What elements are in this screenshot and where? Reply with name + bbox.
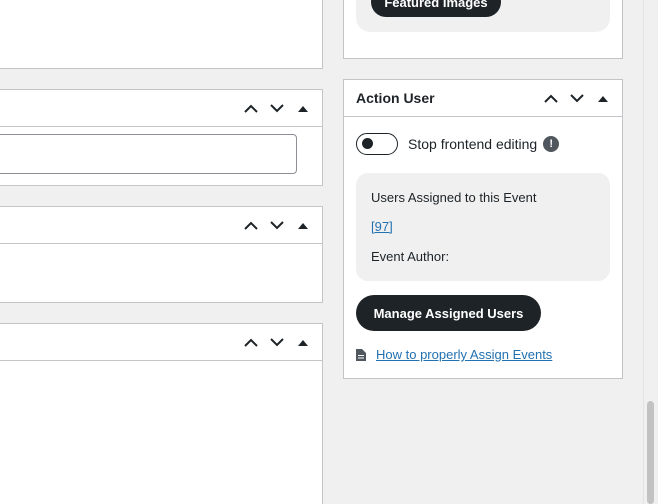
postbox-bottom-left [0,323,323,504]
text-input[interactable] [0,134,297,174]
chevron-up-icon [244,338,258,347]
chevron-down-icon [270,221,284,230]
stop-frontend-editing-toggle[interactable] [356,133,398,155]
assigned-users-panel: Users Assigned to this Event [97] Event … [356,173,610,281]
document-icon [356,348,366,361]
postbox-header [0,90,322,127]
chevron-up-icon [544,94,558,103]
chevron-down-icon [270,338,284,347]
handle-actions [238,207,316,244]
move-up-button[interactable] [538,80,564,117]
event-author-label: Event Author: [371,249,450,264]
chevron-up-icon [244,221,258,230]
postbox-top-left [0,0,323,69]
postbox-header [0,207,322,244]
toggle-panel-button[interactable] [590,80,616,117]
info-icon[interactable]: ! [543,136,560,152]
postbox-text-field [0,89,323,186]
toggle-panel-button[interactable] [290,324,316,361]
assign-events-help-link[interactable]: How to properly Assign Events [376,347,552,362]
move-up-button[interactable] [238,90,264,127]
postbox-header: Action User [344,80,622,117]
stop-frontend-editing-row: Stop frontend editing ! [356,133,560,155]
toggle-panel-button[interactable] [290,90,316,127]
postbox-featured-images: Featured Images [343,0,623,59]
toggle-panel-button[interactable] [290,207,316,244]
postbox-action-user: Action User Stop frontend editing ! User… [343,79,623,379]
move-up-button[interactable] [238,207,264,244]
handle-actions [238,90,316,127]
handle-actions [538,80,616,117]
move-down-button[interactable] [564,80,590,117]
chevron-down-icon [570,94,584,103]
manage-assigned-users-button[interactable]: Manage Assigned Users [356,295,541,331]
move-down-button[interactable] [264,324,290,361]
move-down-button[interactable] [264,207,290,244]
caret-up-icon [298,339,308,346]
help-row: How to properly Assign Events [356,347,552,362]
chevron-down-icon [270,104,284,113]
caret-up-icon [298,222,308,229]
postbox-middle-left [0,206,323,303]
toggle-knob [362,138,373,149]
featured-images-panel: Featured Images [356,0,610,32]
assigned-user-link[interactable]: [97] [371,219,393,234]
caret-up-icon [598,95,608,102]
move-up-button[interactable] [238,324,264,361]
chevron-up-icon [244,104,258,113]
scrollbar-thumb[interactable] [647,401,654,504]
featured-images-button[interactable]: Featured Images [371,0,501,17]
stop-frontend-editing-label: Stop frontend editing [408,136,538,152]
postbox-header [0,324,322,361]
caret-up-icon [298,105,308,112]
move-down-button[interactable] [264,90,290,127]
assigned-users-heading: Users Assigned to this Event [371,190,537,205]
handle-actions [238,324,316,361]
